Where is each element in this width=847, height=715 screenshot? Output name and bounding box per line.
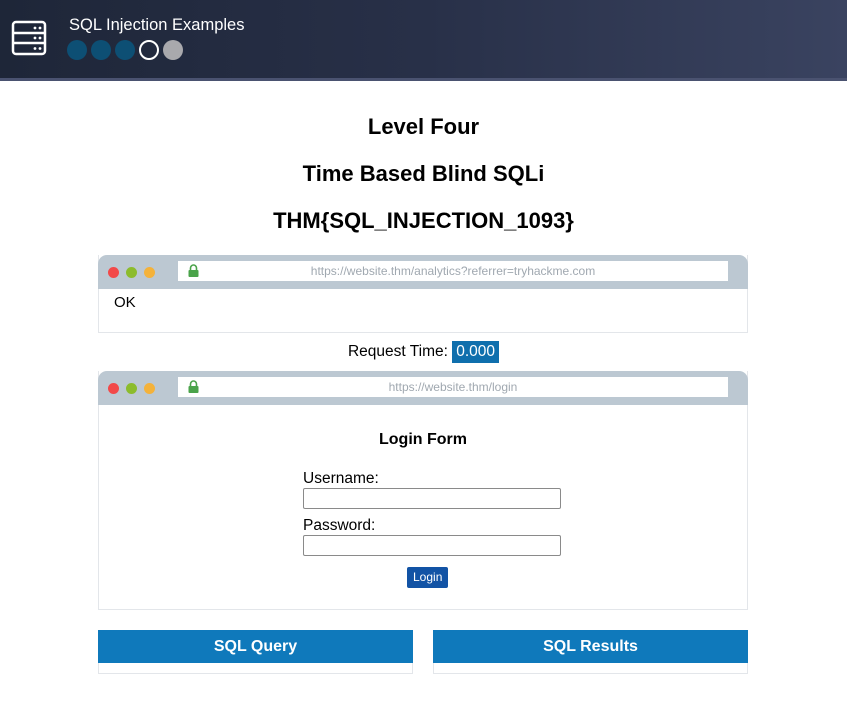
request-time-label: Request Time: — [347, 343, 448, 360]
top-bar: SQL Injection Examples — [0, 0, 847, 81]
login-browser-window: https://website.thm/login Login Form Use… — [98, 371, 748, 610]
response-text: OK — [114, 294, 136, 311]
level-dot-3[interactable] — [115, 40, 135, 60]
login-form-title: Login Form — [379, 431, 467, 448]
lock-icon — [188, 264, 199, 277]
level-dot-2[interactable] — [91, 40, 111, 60]
address-url: https://website.thm/login — [388, 380, 518, 394]
sql-query-title: SQL Query — [98, 630, 413, 663]
address-bar: https://website.thm/login — [178, 377, 728, 397]
maximize-dot-icon — [126, 383, 137, 394]
maximize-dot-icon — [126, 267, 137, 278]
analytics-browser-window: https://website.thm/analytics?referrer=t… — [98, 255, 748, 333]
level-dot-4-current[interactable] — [139, 40, 159, 60]
username-input[interactable] — [303, 488, 561, 509]
sql-results-title: SQL Results — [433, 630, 748, 663]
level-title: Level Four — [367, 114, 480, 139]
level-dot-1[interactable] — [67, 40, 87, 60]
close-dot-icon — [108, 383, 119, 394]
address-url: https://website.thm/analytics?referrer=t… — [310, 264, 596, 278]
password-label: Password: — [303, 517, 376, 534]
password-input[interactable] — [303, 535, 561, 556]
browser-bar: https://website.thm/analytics?referrer=t… — [98, 255, 748, 289]
minimize-dot-icon — [144, 267, 155, 278]
address-bar: https://website.thm/analytics?referrer=t… — [178, 261, 728, 281]
app-title: SQL Injection Examples — [69, 16, 245, 34]
sql-results-panel: SQL Results — [433, 630, 748, 674]
level-type: Time Based Blind SQLi — [302, 161, 545, 186]
sql-query-panel: SQL Query — [98, 630, 413, 674]
lock-icon — [188, 380, 199, 393]
request-time-row: Request Time: 0.000 — [0, 341, 847, 363]
login-button[interactable]: Login — [407, 567, 449, 588]
minimize-dot-icon — [144, 383, 155, 394]
username-label: Username: — [303, 470, 379, 487]
level-dot-5-locked — [163, 40, 183, 60]
close-dot-icon — [108, 267, 119, 278]
level-progress — [67, 40, 183, 60]
request-time-value: 0.000 — [452, 341, 500, 363]
server-icon — [11, 20, 47, 56]
flag-text: THM{SQL_INJECTION_1093} — [273, 208, 574, 233]
browser-bar: https://website.thm/login — [98, 371, 748, 405]
